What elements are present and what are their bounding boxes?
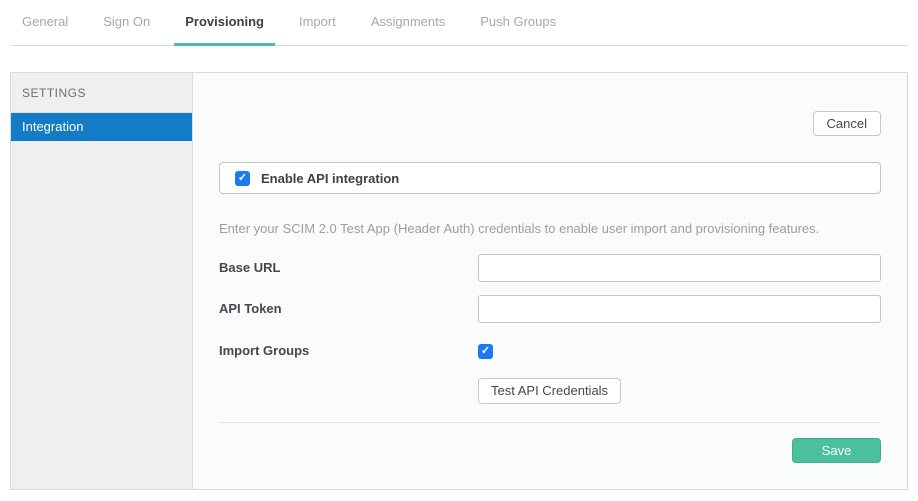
cancel-button[interactable]: Cancel xyxy=(813,111,881,136)
enable-api-integration-label: Enable API integration xyxy=(261,171,399,186)
credentials-description: Enter your SCIM 2.0 Test App (Header Aut… xyxy=(219,221,881,236)
tab-provisioning[interactable]: Provisioning xyxy=(174,0,275,46)
tab-assignments[interactable]: Assignments xyxy=(360,0,456,46)
tab-general[interactable]: General xyxy=(11,0,79,46)
api-token-label: API Token xyxy=(219,295,282,323)
import-groups-label: Import Groups xyxy=(219,337,309,365)
base-url-input[interactable] xyxy=(478,254,881,282)
test-api-credentials-button[interactable]: Test API Credentials xyxy=(478,378,621,404)
tab-push-groups[interactable]: Push Groups xyxy=(469,0,567,46)
enable-api-integration-box: Enable API integration xyxy=(219,162,881,194)
api-token-input[interactable] xyxy=(478,295,881,323)
integration-form: Cancel Enable API integration Enter your… xyxy=(193,73,907,489)
tab-sign-on[interactable]: Sign On xyxy=(92,0,161,46)
base-url-label: Base URL xyxy=(219,254,280,282)
save-button[interactable]: Save xyxy=(792,438,881,463)
import-groups-checkbox[interactable] xyxy=(478,344,493,359)
settings-sidebar: SETTINGS Integration xyxy=(11,73,193,489)
tab-import[interactable]: Import xyxy=(288,0,347,46)
app-tab-bar: General Sign On Provisioning Import Assi… xyxy=(10,0,908,46)
footer-divider xyxy=(219,422,881,423)
enable-api-integration-checkbox[interactable] xyxy=(235,171,250,186)
sidebar-item-integration[interactable]: Integration xyxy=(11,113,192,141)
provisioning-panel: SETTINGS Integration Cancel Enable API i… xyxy=(10,72,908,490)
sidebar-header: SETTINGS xyxy=(11,73,192,113)
